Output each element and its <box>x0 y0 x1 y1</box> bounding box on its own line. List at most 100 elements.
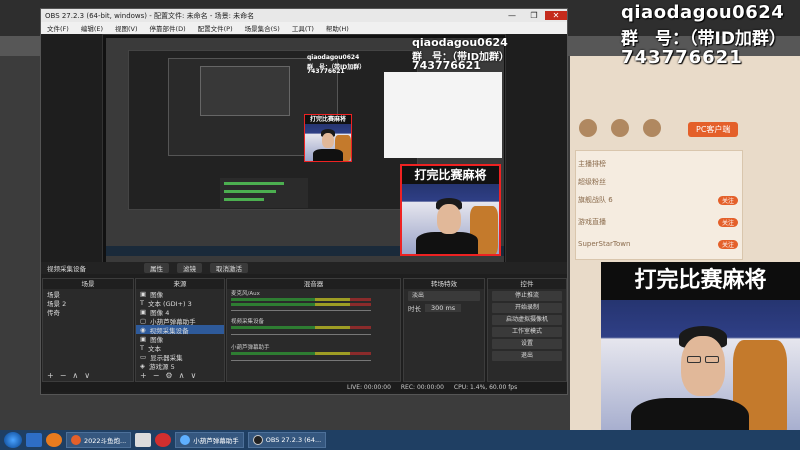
netease-icon[interactable] <box>155 433 172 447</box>
window-controls: — ❐ ✕ <box>501 11 567 20</box>
taskbar-task[interactable]: 小葫芦弹幕助手 <box>175 432 244 448</box>
menu-file[interactable]: 文件(F) <box>47 23 69 33</box>
text-icon: T <box>140 298 144 307</box>
notepad-icon[interactable] <box>135 433 152 447</box>
nested-mixer <box>220 178 308 208</box>
close-button[interactable]: ✕ <box>545 11 567 20</box>
obs-titlebar[interactable]: OBS 27.2.3 (64-bit, windows) - 配置文件: 未命名… <box>41 9 567 22</box>
transitions-dock: 转场特效 淡出 时长 300 ms <box>403 278 485 382</box>
menu-edit[interactable]: 编辑(E) <box>81 23 103 33</box>
controls-header: 控件 <box>488 279 566 289</box>
sources-dock: 来源 ▣ 图像 T 文本 (GDI+) 3 ▣ 图像 4 ▢ 小葫芦弹幕助手 ◉ 视频采集… <box>135 278 225 382</box>
nested-id-overlay: qiaodagou0624 <box>307 54 360 61</box>
menu-scene-collection[interactable]: 场景集合(S) <box>245 23 280 33</box>
list-item-label: 超级粉丝 <box>578 178 606 186</box>
taskbar: 2022斗鱼炮... 小葫芦弹幕助手 OBS 27.2.3 (64... <box>0 430 800 450</box>
preview-webcam[interactable]: 打完比赛麻将 <box>400 164 501 256</box>
mixer-channel: 视频采集设备 <box>227 317 400 343</box>
studio-mode-button[interactable]: 工作室模式 <box>492 327 562 337</box>
scene-label: 传奇 <box>47 308 60 317</box>
deactivate-button[interactable]: 取消激活 <box>210 263 248 273</box>
list-item-label: 旗舰战队 6 <box>578 196 613 204</box>
app-icon[interactable] <box>643 119 661 137</box>
stop-streaming-button[interactable]: 停止推流 <box>492 291 562 301</box>
add-source-icon[interactable]: + <box>140 371 147 380</box>
start-button[interactable] <box>4 432 22 448</box>
bird-icon[interactable] <box>26 433 42 447</box>
task-label: 2022斗鱼炮... <box>84 437 127 445</box>
sources-header: 来源 <box>136 279 224 289</box>
menu-profile[interactable]: 配置文件(P) <box>198 23 233 33</box>
taskbar-task[interactable]: OBS 27.2.3 (64... <box>247 432 327 448</box>
volume-slider[interactable] <box>231 360 371 361</box>
gear-icon[interactable]: ⚙ <box>165 371 172 380</box>
task-label: OBS 27.2.3 (64... <box>265 436 322 444</box>
properties-button[interactable]: 属性 <box>144 263 169 273</box>
move-down-icon[interactable]: ∨ <box>84 371 90 380</box>
app-icon <box>180 435 191 445</box>
source-toolbar: 视频采集设备 属性 滤镜 取消激活 <box>41 262 567 274</box>
list-item[interactable]: SuperStarTown 关注 <box>578 236 738 252</box>
live-status: LIVE: 00:00:00 <box>347 383 391 391</box>
exit-button[interactable]: 退出 <box>492 351 562 361</box>
nested-webcam: 打完比赛麻将 <box>304 114 352 162</box>
taskbar-task[interactable]: 2022斗鱼炮... <box>66 432 132 448</box>
status-bar: LIVE: 00:00:00 REC: 00:00:00 CPU: 1.4%, … <box>41 382 567 392</box>
app-icon[interactable] <box>611 119 629 137</box>
remove-scene-icon[interactable]: − <box>60 371 67 380</box>
image-icon: ▣ <box>140 307 147 316</box>
streamer-id-overlay: qiaodagou0624 <box>621 2 785 23</box>
scene-item[interactable]: 传奇 <box>43 307 133 317</box>
list-item-label: 主播排榜 <box>578 160 606 168</box>
group-label-overlay: 群 号：（带ID加群） <box>621 29 786 49</box>
channel-label: 视频采集设备 <box>231 319 265 325</box>
cpu-status: CPU: 1.4%, 60.00 fps <box>453 383 518 391</box>
transition-select[interactable]: 淡出 <box>408 291 480 301</box>
app-icon <box>71 435 81 445</box>
follow-pill[interactable]: 关注 <box>717 217 738 227</box>
firefox-icon[interactable] <box>46 433 62 447</box>
minimize-button[interactable]: — <box>501 11 523 20</box>
start-recording-button[interactable]: 开始录制 <box>492 303 562 313</box>
settings-button[interactable]: 设置 <box>492 339 562 349</box>
obs-menubar: 文件(F) 编辑(E) 视图(V) 停靠部件(D) 配置文件(P) 场景集合(S… <box>41 22 567 34</box>
remove-source-icon[interactable]: − <box>153 371 160 380</box>
volume-meter <box>231 326 371 329</box>
menu-docks[interactable]: 停靠部件(D) <box>150 23 186 33</box>
list-item-label: SuperStarTown <box>578 240 631 248</box>
move-up-icon[interactable]: ∧ <box>179 371 185 380</box>
task-label: 小葫芦弹幕助手 <box>193 437 239 445</box>
text-icon: T <box>140 343 144 352</box>
mixer-dock: 混音器 麦克风/Aux 视频采集设备 小葫芦弹幕助手 <box>226 278 401 382</box>
mixer-channel: 小葫芦弹幕助手 <box>227 343 400 369</box>
duration-row: 时长 300 ms <box>404 303 484 313</box>
filters-button[interactable]: 滤镜 <box>177 263 202 273</box>
volume-meter <box>231 352 371 355</box>
pc-client-button[interactable]: PC客户端 <box>688 122 739 137</box>
move-up-icon[interactable]: ∧ <box>72 371 78 380</box>
app-icon[interactable] <box>579 119 597 137</box>
window-icon: ▢ <box>140 316 147 325</box>
follow-pill[interactable]: 关注 <box>717 239 738 249</box>
screen: PC客户端 主播排榜 超级粉丝 旗舰战队 6 关注 游戏直播 关注 SuperSta… <box>0 0 800 450</box>
list-item[interactable]: 主播排榜 <box>578 156 738 172</box>
duration-input[interactable]: 300 ms <box>425 303 462 312</box>
menu-view[interactable]: 视图(V) <box>115 23 138 33</box>
move-down-icon[interactable]: ∨ <box>190 371 196 380</box>
menu-tools[interactable]: 工具(T) <box>292 23 314 33</box>
list-item[interactable]: 超级粉丝 <box>578 174 738 190</box>
menu-help[interactable]: 帮助(H) <box>326 23 349 33</box>
maximize-button[interactable]: ❐ <box>523 11 545 20</box>
webcam-banner: 打完比赛麻将 <box>305 115 351 124</box>
add-scene-icon[interactable]: + <box>47 371 54 380</box>
virtual-camera-button[interactable]: 启动虚拟摄像机 <box>492 315 562 325</box>
list-item[interactable]: 游戏直播 关注 <box>578 214 738 230</box>
volume-slider[interactable] <box>231 334 371 335</box>
sources-footer: + − ⚙ ∧ ∨ <box>136 369 224 381</box>
list-item-label: 游戏直播 <box>578 218 606 226</box>
volume-slider[interactable] <box>231 310 371 311</box>
volume-meter <box>231 303 371 306</box>
follow-pill[interactable]: 关注 <box>717 195 738 205</box>
controls-dock: 控件 停止推流 开始录制 启动虚拟摄像机 工作室模式 设置 退出 <box>487 278 567 382</box>
list-item[interactable]: 旗舰战队 6 关注 <box>578 192 738 208</box>
